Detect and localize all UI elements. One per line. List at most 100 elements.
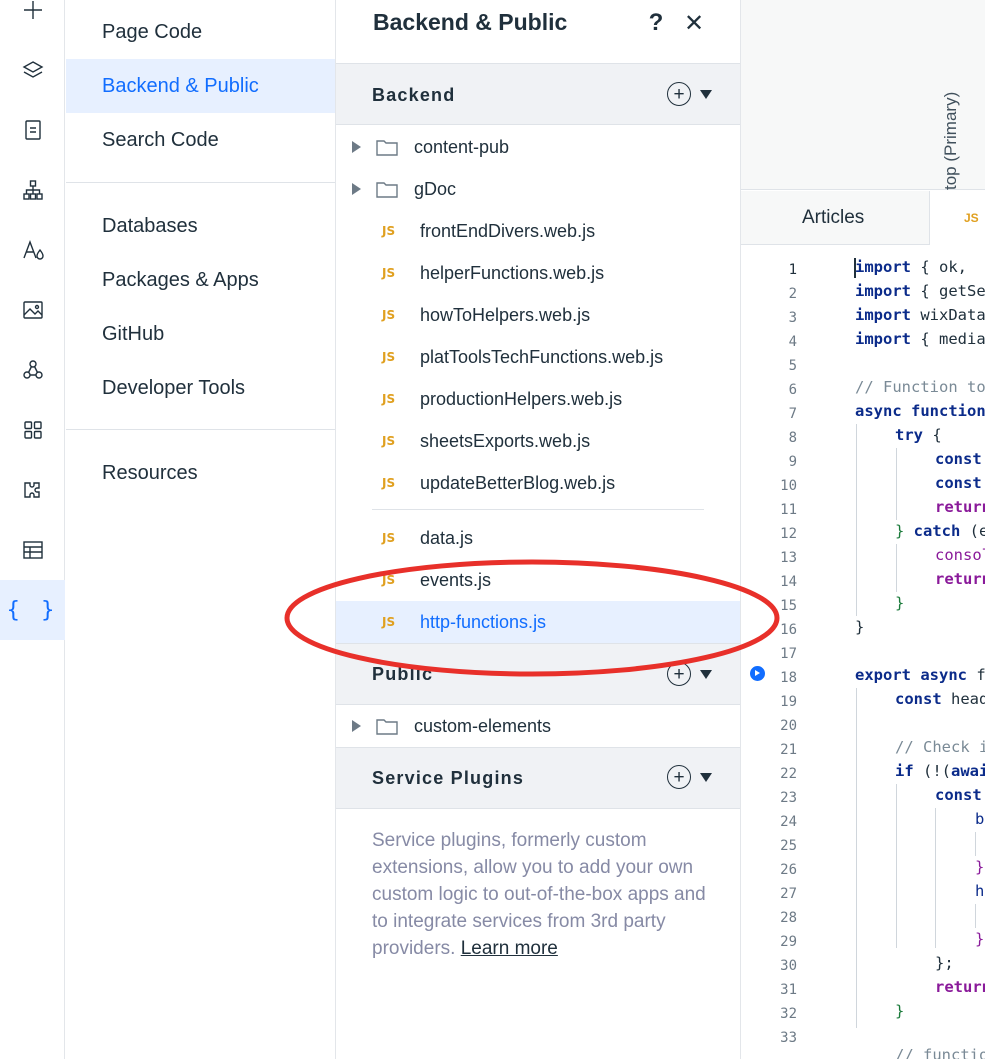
- code-line[interactable]: if (!(awai: [895, 762, 985, 780]
- folder-row-content-pub[interactable]: content-pub: [336, 126, 740, 168]
- code-line[interactable]: }: [975, 930, 984, 948]
- image-icon[interactable]: [0, 280, 65, 340]
- help-button[interactable]: ?: [641, 6, 671, 40]
- code-token: { ok,: [911, 258, 977, 276]
- backend-options-chevron-icon[interactable]: [700, 90, 712, 99]
- expand-arrow-icon[interactable]: [352, 141, 361, 153]
- js-file-icon: JS: [382, 266, 396, 280]
- line-number: 33: [780, 1030, 797, 1046]
- code-line[interactable]: }: [975, 858, 984, 876]
- tab-js-file[interactable]: JS: [929, 191, 985, 245]
- code-line[interactable]: const head: [895, 690, 985, 708]
- file-row[interactable]: JS howToHelpers.web.js: [336, 294, 740, 336]
- file-row[interactable]: JS sheetsExports.web.js: [336, 420, 740, 462]
- sitemap-icon[interactable]: [0, 160, 65, 220]
- file-row[interactable]: JS platToolsTechFunctions.web.js: [336, 336, 740, 378]
- file-row[interactable]: JS updateBetterBlog.web.js: [336, 462, 740, 504]
- code-line[interactable]: consol: [935, 546, 985, 564]
- code-line[interactable]: import { getSe: [855, 282, 985, 300]
- close-button[interactable]: ✕: [679, 6, 709, 40]
- code-nav-menu: Page Code Backend & Public Search Code D…: [66, 0, 336, 1059]
- code-token: if: [895, 762, 914, 780]
- js-file-icon: JS: [382, 476, 396, 490]
- nav-item-label: Packages & Apps: [102, 268, 259, 291]
- file-row[interactable]: JS data.js: [336, 517, 740, 559]
- code-line[interactable]: async function: [855, 402, 985, 420]
- add-service-plugin-button[interactable]: +: [667, 765, 691, 789]
- code-token: { media: [911, 330, 985, 348]
- indent-guide: [896, 448, 897, 520]
- file-row[interactable]: JS productionHelpers.web.js: [336, 378, 740, 420]
- code-line[interactable]: return: [935, 498, 985, 516]
- code-line[interactable]: import { media: [855, 330, 985, 348]
- line-number: 29: [780, 934, 797, 950]
- indent-guide: [935, 808, 936, 948]
- nav-item-search-code[interactable]: Search Code: [66, 113, 335, 167]
- code-line[interactable]: }: [895, 594, 904, 612]
- service-plugins-section-label: Service Plugins: [372, 768, 525, 788]
- learn-more-link[interactable]: Learn more: [461, 938, 558, 959]
- folder-icon: [376, 139, 398, 156]
- line-number: 28: [780, 910, 797, 926]
- nav-divider: [66, 182, 335, 183]
- apps-grid-icon[interactable]: [0, 400, 65, 460]
- expand-arrow-icon[interactable]: [352, 720, 361, 732]
- page-icon[interactable]: [0, 100, 65, 160]
- file-row[interactable]: JS events.js: [336, 559, 740, 601]
- service-plugins-section-header[interactable]: Service Plugins +: [336, 747, 740, 809]
- nav-item-backend-public[interactable]: Backend & Public: [66, 59, 335, 113]
- code-line[interactable]: export async f: [855, 666, 985, 684]
- code-line[interactable]: }: [895, 1002, 904, 1020]
- folder-row-gdoc[interactable]: gDoc: [336, 168, 740, 210]
- file-row[interactable]: JS helperFunctions.web.js: [336, 252, 740, 294]
- file-row-selected[interactable]: JS http-functions.js: [336, 601, 740, 643]
- add-backend-button[interactable]: +: [667, 82, 691, 106]
- code-line[interactable]: };: [935, 954, 954, 972]
- code-line[interactable]: } catch (e: [895, 522, 985, 540]
- code-line-comment[interactable]: // Function to: [855, 378, 985, 396]
- code-line[interactable]: import wixData: [855, 306, 985, 324]
- backend-section-header[interactable]: Backend +: [336, 63, 740, 125]
- nav-divider: [66, 429, 335, 430]
- code-line[interactable]: bo: [975, 810, 985, 828]
- js-file-icon: JS: [382, 350, 396, 364]
- folder-row-custom-elements[interactable]: custom-elements: [336, 705, 740, 747]
- code-braces-icon[interactable]: { }: [0, 580, 65, 640]
- code-line[interactable]: }: [855, 618, 864, 636]
- nav-item-resources[interactable]: Resources: [66, 446, 335, 500]
- js-file-icon: JS: [382, 224, 396, 238]
- expand-arrow-icon[interactable]: [352, 183, 361, 195]
- code-line[interactable]: const: [935, 450, 982, 468]
- puzzle-icon[interactable]: [0, 460, 65, 520]
- nav-item-databases[interactable]: Databases: [66, 199, 335, 253]
- public-section-header[interactable]: Public +: [336, 643, 740, 705]
- code-line[interactable]: try {: [895, 426, 942, 444]
- tab-articles[interactable]: Articles: [741, 191, 929, 245]
- line-number: 32: [780, 1006, 797, 1022]
- file-row[interactable]: JS frontEndDivers.web.js: [336, 210, 740, 252]
- service-plugins-options-chevron-icon[interactable]: [700, 773, 712, 782]
- code-line[interactable]: import { ok,: [855, 258, 976, 276]
- public-options-chevron-icon[interactable]: [700, 670, 712, 679]
- code-line[interactable]: const: [935, 786, 982, 804]
- code-line[interactable]: const: [935, 474, 982, 492]
- table-icon[interactable]: [0, 520, 65, 580]
- plus-icon[interactable]: [0, 0, 65, 40]
- code-line[interactable]: return: [935, 978, 985, 996]
- code-line-comment[interactable]: // functio: [895, 1046, 985, 1059]
- code-line-comment[interactable]: // Check i: [895, 738, 985, 756]
- nav-item-packages-apps[interactable]: Packages & Apps: [66, 253, 335, 307]
- connections-icon[interactable]: [0, 340, 65, 400]
- nav-item-developer-tools[interactable]: Developer Tools: [66, 361, 335, 415]
- code-line[interactable]: return: [935, 570, 985, 588]
- add-public-button[interactable]: +: [667, 662, 691, 686]
- nav-item-label: Search Code: [102, 128, 219, 151]
- typography-icon[interactable]: [0, 220, 65, 280]
- nav-item-page-code[interactable]: Page Code: [66, 5, 335, 59]
- line-number: 31: [780, 982, 797, 998]
- editor-preview-area: top (Primary): [741, 0, 985, 190]
- code-line[interactable]: he: [975, 882, 985, 900]
- layers-icon[interactable]: [0, 40, 65, 100]
- line-number: 27: [780, 886, 797, 902]
- nav-item-github[interactable]: GitHub: [66, 307, 335, 361]
